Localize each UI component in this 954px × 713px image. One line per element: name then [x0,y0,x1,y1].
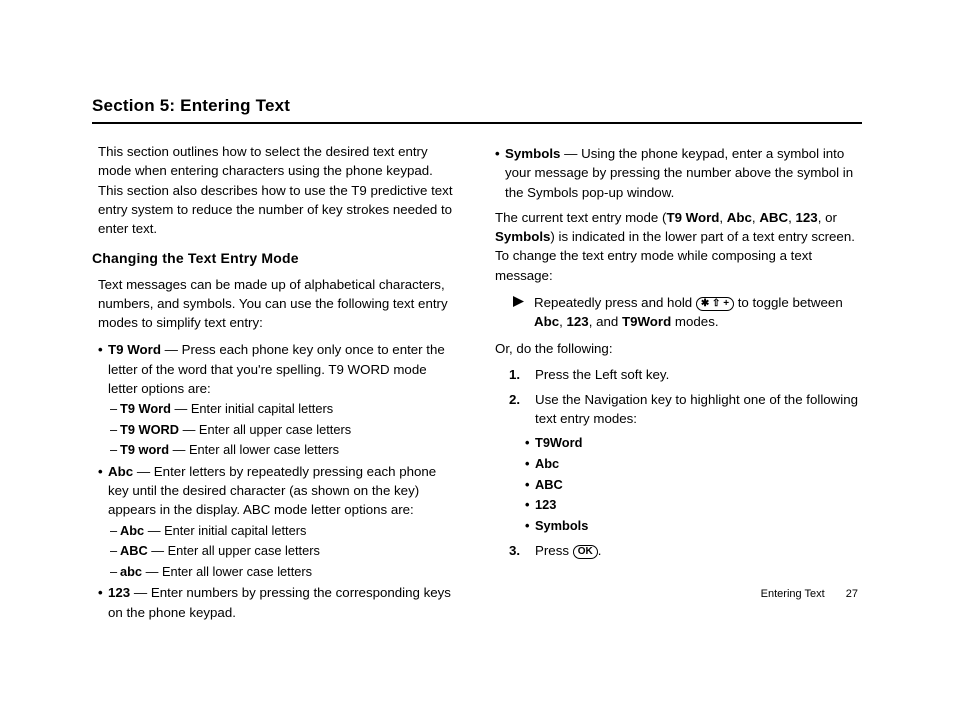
page-footer: Entering Text 27 [761,588,858,600]
ok-key-icon: OK [573,545,598,559]
submode-abc: Abc [525,455,862,474]
numbered-steps: 1. Press the Left soft key. 2. Use the N… [509,365,862,429]
dash-lead: T9 WORD [120,422,179,437]
text: to toggle between [734,295,843,310]
bullet-lead: 123 [108,585,130,600]
submode-t9word: T9Word [525,434,862,453]
left-column: This section outlines how to select the … [92,142,459,624]
text: , [719,210,726,225]
bullet-123: 123 — Enter numbers by pressing the corr… [98,583,459,622]
bullet-desc: — Enter numbers by pressing the correspo… [108,585,451,619]
two-column-layout: This section outlines how to select the … [92,142,862,624]
bullet-abc: Abc — Enter letters by repeatedly pressi… [98,462,459,520]
mode-name: T9Word [622,314,671,329]
bullet-lead: Symbols [505,146,560,161]
arrow-step-text: Repeatedly press and hold ✱ ⇧ + to toggl… [534,293,862,332]
mode-name: 123 [796,210,818,225]
manual-page: Section 5: Entering Text This section ou… [0,0,954,664]
text: , or [818,210,837,225]
text: The current text entry mode ( [495,210,666,225]
step-1: 1. Press the Left soft key. [509,365,862,384]
changing-mode-paragraph: Text messages can be made up of alphabet… [98,275,459,333]
dash-abc-upper: ABC — Enter all upper case letters [110,542,459,561]
dash-desc: — Enter all upper case letters [179,422,351,437]
triangle-right-icon [513,296,524,307]
mode-name: 123 [567,314,589,329]
step-text: Use the Navigation key to highlight one … [535,390,862,429]
section-title: Section 5: Entering Text [92,96,862,124]
dash-abc-initial: Abc — Enter initial capital letters [110,522,459,541]
dash-lead: T9 word [120,442,169,457]
dash-desc: — Enter all upper case letters [148,543,320,558]
submode-123: 123 [525,496,862,515]
dash-lead: abc [120,564,142,579]
dash-desc: — Enter all lower case letters [142,564,312,579]
mode-name: Abc [534,314,559,329]
dash-t9word-upper: T9 WORD — Enter all upper case letters [110,421,459,440]
page-number: 27 [846,588,858,600]
current-mode-paragraph: The current text entry mode (T9 Word, Ab… [495,208,862,285]
mode-name: ABC [759,210,788,225]
intro-paragraph: This section outlines how to select the … [98,142,459,238]
step-2: 2. Use the Navigation key to highlight o… [509,390,862,429]
mode-name: Abc [727,210,752,225]
dash-lead: Abc [120,523,144,538]
step-number: 2. [509,390,525,429]
dash-abc-lower: abc — Enter all lower case letters [110,563,459,582]
bullet-t9word: T9 Word — Press each phone key only once… [98,340,459,398]
text: , and [589,314,622,329]
text: Repeatedly press and hold [534,295,696,310]
dash-lead: ABC [120,543,148,558]
right-column: Symbols — Using the phone keypad, enter … [495,142,862,624]
dash-desc: — Enter initial capital letters [171,401,333,416]
subheading-changing-mode: Changing the Text Entry Mode [92,248,459,268]
step-number: 1. [509,365,525,384]
numbered-steps-cont: 3. Press OK. [509,541,862,560]
dash-lead: T9 Word [120,401,171,416]
text: , [788,210,795,225]
bullet-lead: Abc [108,464,133,479]
step-3: 3. Press OK. [509,541,862,560]
text: , [559,314,566,329]
submode-abc-upper: ABC [525,476,862,495]
text: Press [535,543,573,558]
dash-desc: — Enter initial capital letters [144,523,306,538]
dash-desc: — Enter all lower case letters [169,442,339,457]
footer-section-label: Entering Text [761,588,825,600]
arrow-step: Repeatedly press and hold ✱ ⇧ + to toggl… [513,293,862,332]
text: . [598,543,602,558]
step-number: 3. [509,541,525,560]
step-text: Press OK. [535,541,601,560]
step-text: Press the Left soft key. [535,365,669,384]
dash-t9word-lower: T9 word — Enter all lower case letters [110,441,459,460]
bullet-symbols: Symbols — Using the phone keypad, enter … [495,144,862,202]
bullet-lead: T9 Word [108,342,161,357]
or-do-text: Or, do the following: [495,339,862,358]
dash-t9word-initial: T9 Word — Enter initial capital letters [110,400,459,419]
mode-name: Symbols [495,229,550,244]
text: modes. [671,314,718,329]
star-key-icon: ✱ ⇧ + [696,297,734,311]
bullet-desc: — Enter letters by repeatedly pressing e… [108,464,436,518]
submode-symbols: Symbols [525,517,862,536]
mode-name: T9 Word [666,210,719,225]
